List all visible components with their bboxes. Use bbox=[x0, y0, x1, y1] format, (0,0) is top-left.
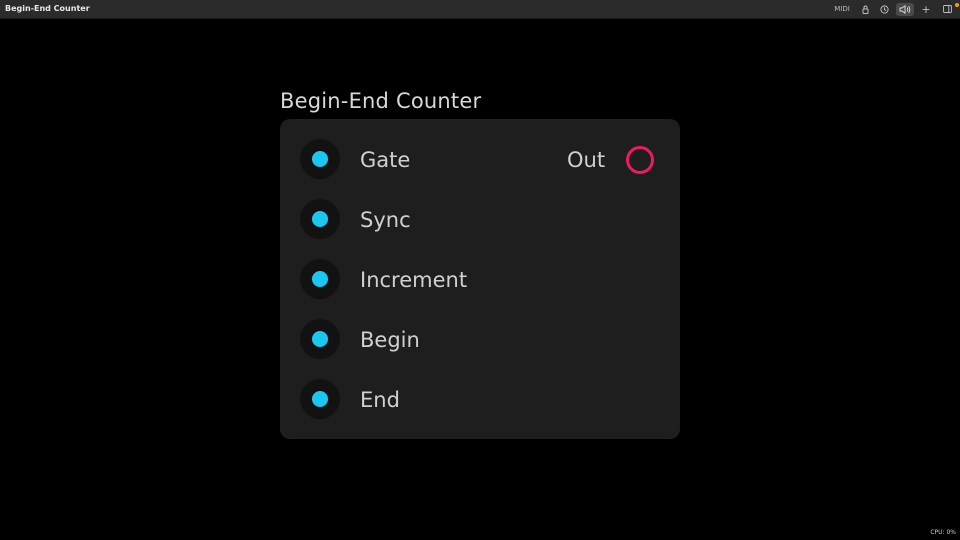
end-input-port[interactable] bbox=[300, 379, 340, 419]
clock-icon bbox=[879, 5, 889, 14]
cpu-usage: CPU: 0% bbox=[930, 529, 956, 536]
clock-button[interactable] bbox=[877, 3, 891, 16]
increment-port-dot bbox=[312, 271, 328, 287]
module-title: Begin-End Counter bbox=[280, 89, 482, 113]
out-output-port[interactable] bbox=[626, 146, 654, 174]
increment-label: Increment bbox=[360, 268, 468, 292]
end-port-dot bbox=[312, 391, 328, 407]
window-title: Begin-End Counter bbox=[5, 4, 90, 13]
sidebar-panel-icon bbox=[942, 5, 952, 13]
sync-port-dot bbox=[312, 211, 328, 227]
sync-label: Sync bbox=[360, 208, 411, 232]
audio-button[interactable] bbox=[896, 3, 914, 16]
sidebar-toggle-button[interactable] bbox=[940, 3, 954, 16]
increment-input-port[interactable] bbox=[300, 259, 340, 299]
notification-dot bbox=[955, 3, 959, 7]
top-toolbar: Begin-End Counter MIDI + bbox=[0, 0, 960, 19]
begin-label: Begin bbox=[360, 328, 420, 352]
module-panel: Gate Sync Increment Begin End Out bbox=[280, 119, 680, 439]
lock-icon bbox=[862, 5, 868, 14]
add-button[interactable]: + bbox=[919, 3, 933, 16]
midi-button[interactable]: MIDI bbox=[830, 3, 854, 16]
sync-input-port[interactable] bbox=[300, 199, 340, 239]
out-label: Out bbox=[567, 148, 606, 172]
speaker-icon bbox=[899, 5, 911, 14]
end-label: End bbox=[360, 388, 400, 412]
gate-port-dot bbox=[312, 151, 328, 167]
lock-button[interactable] bbox=[858, 3, 872, 16]
begin-port-dot bbox=[312, 331, 328, 347]
gate-label: Gate bbox=[360, 148, 411, 172]
begin-input-port[interactable] bbox=[300, 319, 340, 359]
gate-input-port[interactable] bbox=[300, 139, 340, 179]
